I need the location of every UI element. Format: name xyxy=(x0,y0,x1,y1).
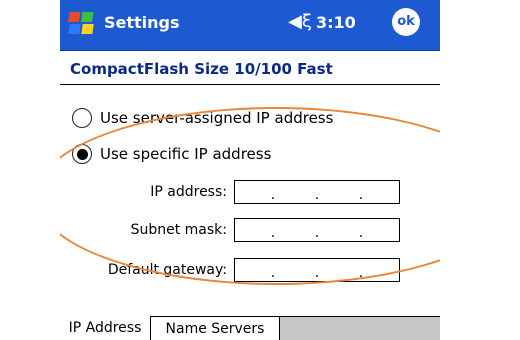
ip-separator: . xyxy=(358,187,364,203)
clock[interactable]: 3:10 xyxy=(316,13,356,32)
server-assigned-ip-label: Use server-assigned IP address xyxy=(100,109,334,127)
header-divider xyxy=(60,84,440,85)
subnet-mask-label: Subnet mask: xyxy=(130,222,227,238)
default-gateway-label: Default gateway: xyxy=(107,262,227,278)
windows-flag-icon[interactable] xyxy=(68,8,98,38)
ip-separator: . xyxy=(314,265,320,281)
ip-address-input[interactable]: . . . xyxy=(234,180,400,204)
ok-button[interactable]: ok xyxy=(392,8,420,36)
ip-separator: . xyxy=(314,225,320,241)
pocket-pc-screen: Settings ◀ξ 3:10 ok CompactFlash Size 10… xyxy=(60,0,440,340)
ip-separator: . xyxy=(358,265,364,281)
ip-separator: . xyxy=(270,225,276,241)
server-assigned-ip-option[interactable]: Use server-assigned IP address xyxy=(72,108,333,128)
radio-button-checked[interactable] xyxy=(72,144,92,164)
subnet-mask-input[interactable]: . . . xyxy=(234,218,400,242)
radio-button-unchecked[interactable] xyxy=(72,108,92,128)
specific-ip-option[interactable]: Use specific IP address xyxy=(72,144,271,164)
ip-separator: . xyxy=(270,265,276,281)
tab-ip-address[interactable]: IP Address xyxy=(60,316,151,340)
ip-separator: . xyxy=(314,187,320,203)
ip-separator: . xyxy=(358,225,364,241)
default-gateway-input[interactable]: . . . xyxy=(234,258,400,282)
page-title: CompactFlash Size 10/100 Fast xyxy=(70,60,333,78)
ip-separator: . xyxy=(270,187,276,203)
speaker-icon[interactable]: ◀ξ xyxy=(288,11,312,32)
tab-name-servers[interactable]: Name Servers xyxy=(151,316,280,340)
specific-ip-label: Use specific IP address xyxy=(100,145,272,163)
title-bar: Settings ◀ξ 3:10 ok xyxy=(60,0,440,51)
ip-address-label: IP address: xyxy=(150,184,227,200)
app-title: Settings xyxy=(104,13,180,32)
